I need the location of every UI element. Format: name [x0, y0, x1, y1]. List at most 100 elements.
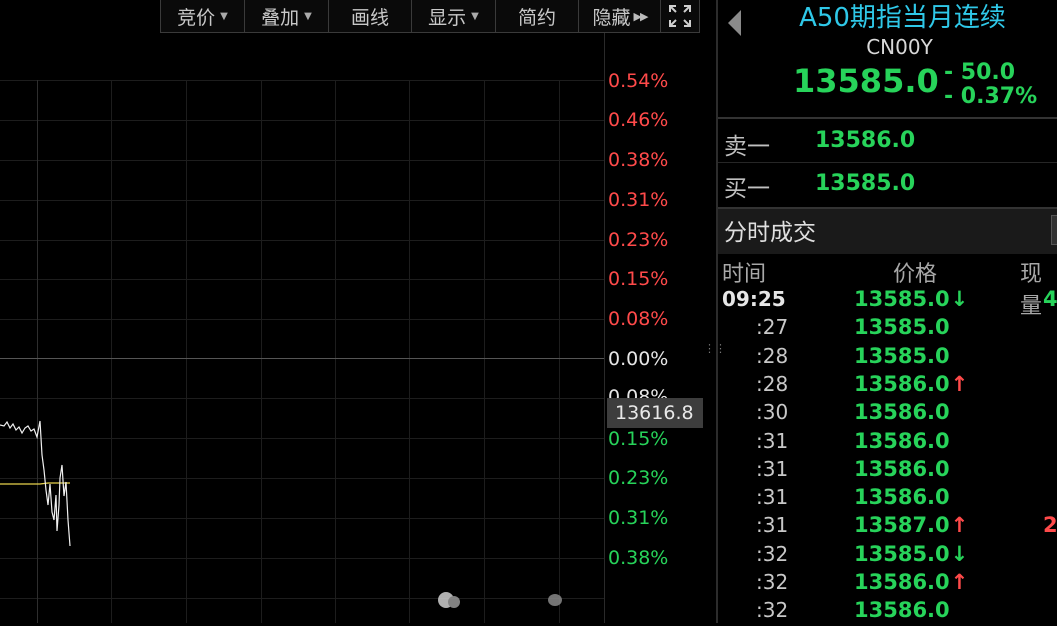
section-toggle-button[interactable] — [1051, 215, 1057, 245]
intraday-chart[interactable]: 0.54% 0.46% 0.38% 0.31% 0.23% 0.15% 0.08% 0.00%… — [0, 0, 726, 623]
fullscreen-button[interactable] — [661, 0, 699, 32]
simple-mode-label: 简约 — [517, 6, 556, 29]
trade-price: 13586.0 — [854, 485, 950, 510]
caret-down-icon: ▼ — [471, 10, 479, 22]
trade-time: :31 — [756, 456, 789, 481]
trade-price-cell: 13586.0 — [854, 429, 950, 453]
pct-axis-label: 0.15% — [608, 268, 669, 290]
trade-price: 13586.0 — [854, 371, 950, 396]
watermark-logo — [438, 588, 618, 612]
trade-price-cell: 13586.0↑ — [854, 570, 968, 594]
arrow-up-icon: ↑ — [950, 371, 969, 396]
simple-mode-button[interactable]: 简约 — [496, 0, 579, 32]
trade-price-cell: 13586.0↑ — [854, 372, 968, 396]
auction-label: 竞价 — [177, 6, 216, 29]
sell1-price: 13586.0 — [815, 128, 916, 153]
trade-price: 13585.0 — [854, 343, 950, 368]
overlay-dropdown[interactable]: 叠加 ▼ — [245, 0, 329, 32]
buy1-price: 13585.0 — [815, 171, 916, 196]
trade-price-cell: 13586.0 — [854, 598, 950, 622]
col-header-time: 时间 — [722, 262, 767, 287]
pct-axis-label: 0.08% — [608, 386, 669, 398]
overlay-label: 叠加 — [261, 6, 300, 29]
trade-time: :30 — [756, 400, 789, 425]
trade-price: 13586.0 — [854, 428, 950, 453]
trade-time: :32 — [756, 541, 789, 566]
trade-price-cell: 13586.0 — [854, 485, 950, 509]
pct-axis-label: 0.00% — [608, 348, 669, 370]
pct-axis-label: 0.08% — [608, 308, 669, 330]
arrow-down-icon: ↓ — [950, 287, 969, 311]
auction-dropdown[interactable]: 竞价 ▼ — [161, 0, 245, 32]
trade-row: :31 13587.0↑ 2 — [718, 513, 1057, 541]
trade-time: :27 — [756, 315, 789, 340]
trade-row: :31 13586.0 — [718, 457, 1057, 485]
fullscreen-icon — [669, 5, 691, 27]
price-change-pct: - 0.37% — [944, 84, 1038, 109]
trade-price: 13586.0 — [854, 456, 950, 481]
hide-label: 隐藏 — [592, 6, 631, 29]
trade-row: :32 13586.0↑ — [718, 570, 1057, 598]
trade-time: :32 — [756, 570, 789, 594]
trade-row: :31 13586.0 — [718, 485, 1057, 513]
divider — [718, 117, 1057, 119]
trade-volume: 2 — [1043, 513, 1057, 538]
trade-price-cell: 13585.0 — [854, 315, 950, 339]
pct-axis-label: 0.15% — [608, 428, 669, 450]
pct-axis-label: 0.46% — [608, 109, 669, 131]
caret-down-icon: ▼ — [304, 10, 312, 22]
pct-axis-label: 0.38% — [608, 547, 669, 569]
trade-row: :28 13586.0↑ — [718, 372, 1057, 400]
buy1-label: 买一 — [724, 176, 770, 202]
trade-price-cell: 13585.0 — [854, 344, 950, 368]
trade-price-cell: 13586.0 — [854, 400, 950, 424]
trade-price: 13587.0 — [854, 513, 950, 538]
pct-axis-label: 0.23% — [608, 229, 669, 251]
sell1-label: 卖一 — [724, 134, 770, 160]
double-chevron-right-icon: ▶▶ — [633, 9, 649, 23]
hide-button[interactable]: 隐藏 ▶▶ — [579, 0, 661, 32]
cursor-price-label: 13616.8 — [607, 398, 703, 428]
trade-price: 13586.0 — [854, 400, 950, 425]
trade-price-cell: 13586.0 — [854, 457, 950, 481]
trade-time: :31 — [756, 428, 789, 453]
price-change: - 50.0 — [944, 60, 1016, 85]
trade-row: :30 13586.0 — [718, 400, 1057, 428]
pct-axis-label: 0.38% — [608, 149, 669, 171]
arrow-up-icon: ↑ — [950, 570, 969, 594]
draw-line-label: 画线 — [350, 6, 389, 29]
trade-time: :28 — [756, 343, 789, 368]
last-price: 13585.0 — [793, 62, 939, 100]
trade-price-cell: 13587.0↑ — [854, 513, 968, 537]
trade-price: 13585.0 — [854, 315, 950, 340]
trade-time: :32 — [756, 598, 789, 623]
trade-row: :32 13585.0↓ — [718, 542, 1057, 570]
pct-axis-label: 0.54% — [608, 70, 669, 92]
trade-row: :27 13585.0 — [718, 315, 1057, 343]
trade-price-cell: 13585.0↓ — [854, 542, 968, 566]
trade-volume: 4 — [1043, 287, 1057, 311]
draw-line-button[interactable]: 画线 — [329, 0, 412, 32]
arrow-up-icon: ↑ — [950, 513, 969, 538]
chart-toolbar: 竞价 ▼ 叠加 ▼ 画线 显示 ▼ 简约 隐藏 ▶▶ — [160, 0, 700, 33]
trade-time: :28 — [756, 371, 789, 396]
trade-time: 09:25 — [722, 287, 786, 311]
caret-down-icon: ▼ — [220, 10, 228, 22]
trade-row: :28 13585.0 — [718, 344, 1057, 372]
divider — [718, 162, 1057, 163]
pct-axis-label: 0.31% — [608, 507, 669, 529]
trade-row: :31 13586.0 — [718, 429, 1057, 457]
trade-price: 13585.0 — [854, 541, 950, 566]
col-header-price: 价格 — [893, 262, 938, 287]
trade-row: :32 13586.0 — [718, 598, 1057, 626]
trade-price-cell: 13585.0↓ — [854, 287, 968, 311]
trades-section-title[interactable]: 分时成交 — [718, 207, 1057, 254]
instrument-title: A50期指当月连续 — [799, 3, 1006, 33]
display-label: 显示 — [428, 6, 467, 29]
trade-time: :31 — [756, 513, 789, 538]
display-dropdown[interactable]: 显示 ▼ — [412, 0, 496, 32]
trade-price: 13586.0 — [854, 598, 950, 623]
trade-row: 09:25 13585.0↓ 4 — [718, 287, 1057, 315]
trade-price: 13585.0 — [854, 287, 950, 311]
trade-time: :31 — [756, 485, 789, 510]
